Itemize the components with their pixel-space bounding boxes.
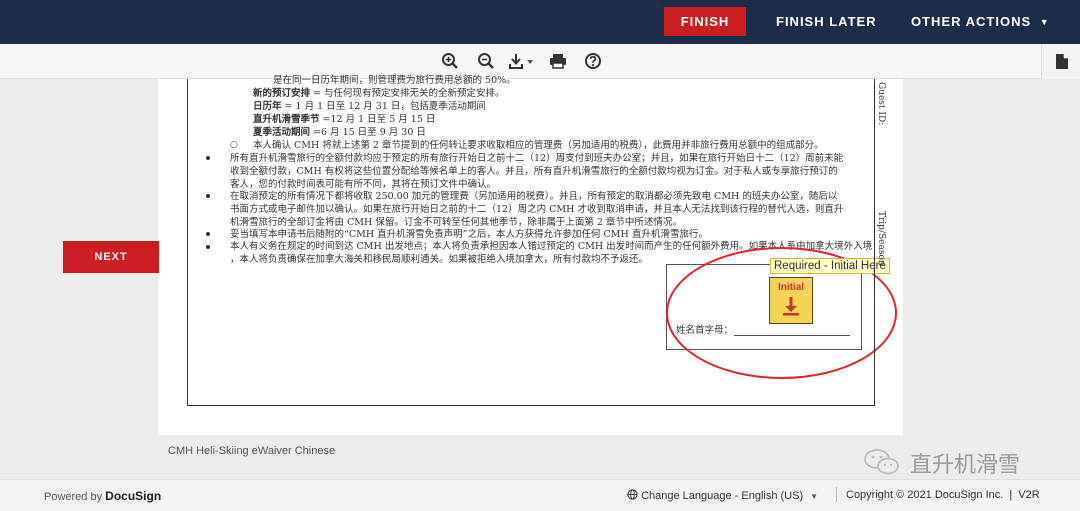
doc-line-11: 书面方式或电子邮件加以确认。如果在旅行开始日之前的十二（12）周之内 CMH 才…	[230, 204, 844, 215]
footer: Powered by DocuSign Change Language - En…	[0, 479, 1080, 511]
finish-button[interactable]: FINISH	[664, 7, 746, 36]
doc-line-12: 机滑雪旅行的全部订金将由 CMH 保留。订金不可转至任何其他季节，除非属于上面第…	[230, 217, 682, 228]
initial-button[interactable]: Initial	[769, 277, 813, 324]
sub-bullet: ○	[230, 140, 238, 150]
powered-by: Powered by DocuSign	[44, 489, 161, 503]
copyright: Copyright © 2021 DocuSign Inc. | V2R	[846, 489, 1040, 501]
other-actions-label: OTHER ACTIONS	[911, 14, 1032, 29]
initial-button-label: Initial	[777, 282, 805, 293]
document-toolbar	[0, 44, 1080, 79]
change-language-button[interactable]: Change Language - English (US) ▼	[627, 489, 818, 502]
doc-line-9: 客人，您的付款时间表可能有所不同，其将在预订文件中确认。	[230, 179, 497, 190]
document-name: CMH Heli-Skiing eWaiver Chinese	[168, 445, 336, 457]
change-language-label: Change Language - English (US)	[641, 490, 804, 502]
other-actions-menu[interactable]: OTHER ACTIONS ▼	[911, 14, 1050, 29]
watermark-text: 直升机滑雪	[910, 453, 1021, 478]
doc-line-6: 本人确认 CMH 将就上述第 2 章节提到的任何转让要求收取相应的管理费（另加适…	[253, 140, 824, 151]
zoom-out-icon[interactable]	[477, 52, 495, 70]
powered-by-label: Powered by	[44, 491, 103, 503]
caret-down-icon: ▼	[1039, 17, 1050, 27]
doc-line-15: ，本人将负责确保在加拿大海关和移民局顺利通关。如果被拒绝入境加拿大，所有付款均不…	[230, 254, 649, 265]
watermark: 直升机滑雪	[862, 445, 1042, 478]
margin-line	[874, 79, 875, 384]
globe-icon	[627, 489, 638, 500]
doc-line-8: 收到全额付款，CMH 有权将这些位置分配给等候名单上的客人。并且，所有直升机滑雪…	[230, 166, 838, 177]
doc-line-3: 日历年 = 1 月 1 日至 12 月 31 日，包括夏季活动期间	[253, 101, 486, 112]
bullet	[206, 156, 210, 160]
document-icon[interactable]	[1055, 53, 1069, 70]
doc-line-2: 新的预订安排 = 与任何现有预定安排无关的全新预定安排。	[253, 88, 505, 99]
document-page: 是在同一日历年期间，则管理费为旅行费用总额的 50%。 新的预订安排 = 与任何…	[158, 75, 903, 435]
next-button[interactable]: NEXT	[63, 241, 159, 273]
footer-divider	[836, 487, 837, 502]
finish-later-button[interactable]: FINISH LATER	[776, 14, 877, 29]
download-icon[interactable]	[508, 52, 534, 70]
required-initial-tag: Required - Initial Here	[770, 258, 890, 274]
margin-trip-season: Trip/Season	[876, 211, 886, 266]
wechat-icon	[864, 449, 899, 475]
margin-guest-id: Guest ID:	[876, 82, 886, 126]
help-icon[interactable]	[584, 52, 602, 70]
bullet	[206, 232, 210, 236]
version-text: V2R	[1018, 489, 1040, 501]
print-icon[interactable]	[549, 52, 567, 70]
doc-line-7: 所有直升机滑雪旅行的全额付款均应于预定的所有旅行开始日之前十二（12）周支付到班…	[230, 153, 844, 164]
docusign-logo: DocuSign	[105, 489, 162, 503]
bullet	[206, 245, 210, 249]
doc-line-13: 妥当填写本申请书后随附的“CMH 直升机滑雪免责声明”之后，本人方获得允许参加任…	[230, 229, 708, 240]
doc-line-1: 是在同一日历年期间，则管理费为旅行费用总额的 50%。	[273, 75, 516, 86]
bullet	[206, 194, 210, 198]
document-viewer[interactable]: 是在同一日历年期间，则管理费为旅行费用总额的 50%。 新的预订安排 = 与任何…	[0, 75, 1080, 479]
down-arrow-icon	[783, 297, 799, 316]
zoom-in-icon[interactable]	[441, 52, 459, 70]
doc-line-5: 夏季活动期间 =6 月 15 日至 9 月 30 日	[253, 127, 426, 138]
doc-line-10: 在取消预定的所有情况下都将收取 250.00 加元的管理费（另加适用的税费）。并…	[230, 191, 838, 202]
doc-line-4: 直升机滑雪季节 =12 月 1 日至 5 月 15 日	[253, 114, 436, 125]
separator: |	[1009, 489, 1013, 501]
copyright-text: Copyright © 2021 DocuSign Inc.	[846, 489, 1004, 501]
caret-down-icon: ▼	[810, 492, 819, 501]
top-action-bar: FINISH FINISH LATER OTHER ACTIONS ▼	[0, 0, 1080, 44]
